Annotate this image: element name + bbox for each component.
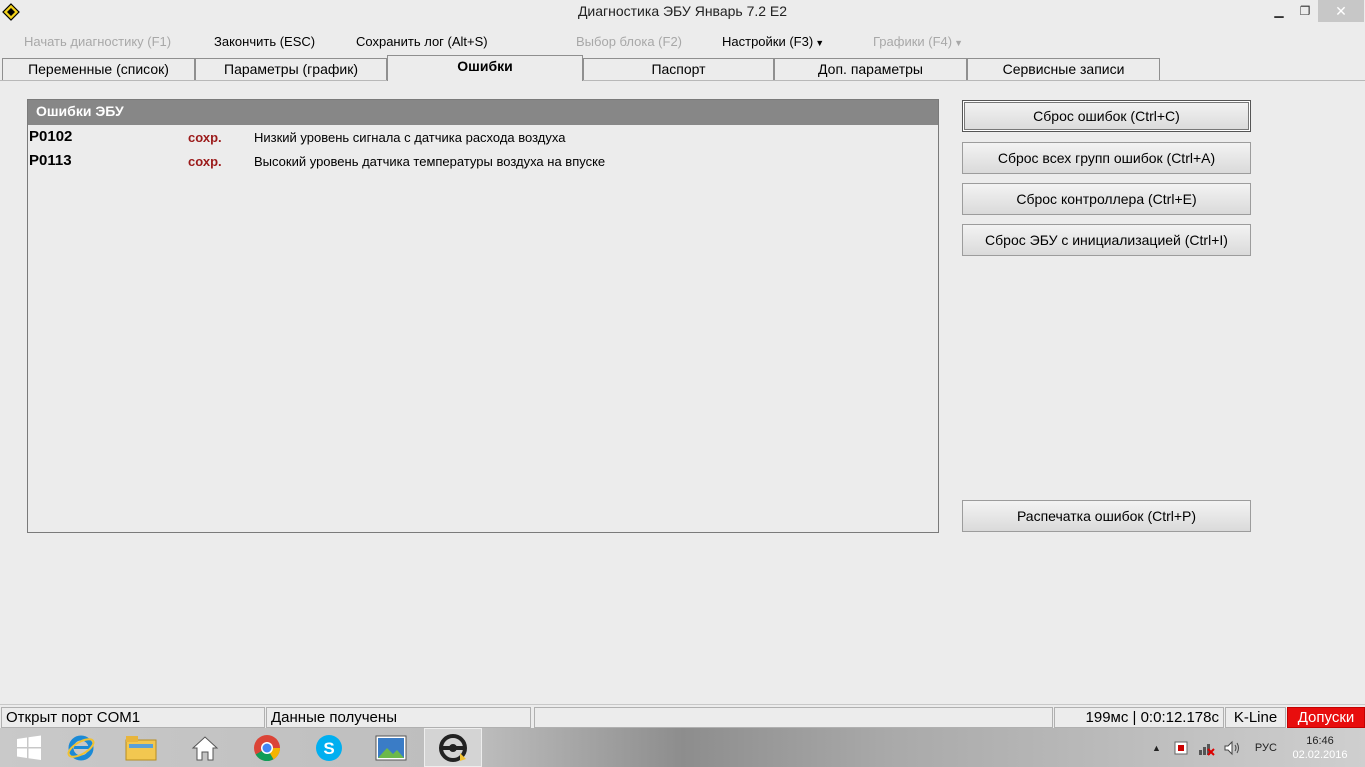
error-status: сохр. (188, 154, 222, 169)
start-diagnostics-button[interactable]: Начать диагностику (F1) (24, 34, 171, 49)
title-bar: Диагностика ЭБУ Январь 7.2 E2 ▁ ❐ ✕ (0, 0, 1365, 24)
volume-icon[interactable] (1223, 740, 1241, 756)
toolbar: Начать диагностику (F1) Закончить (ESC) … (0, 30, 1365, 54)
error-row[interactable]: P0113 сохр. Высокий уровень датчика темп… (28, 152, 938, 174)
error-description: Низкий уровень сигнала с датчика расхода… (254, 130, 566, 145)
internet-explorer-icon (67, 735, 95, 760)
status-bar: Открыт порт COM1 Данные получены 199мс |… (0, 704, 1365, 728)
system-tray: ▲ РУС (1152, 728, 1277, 767)
taskbar-photos[interactable] (362, 728, 420, 767)
shield-icon[interactable] (1173, 740, 1189, 756)
network-disconnected-icon[interactable] (1197, 740, 1215, 756)
taskbar-explorer[interactable] (112, 728, 170, 767)
reset-all-groups-button[interactable]: Сброс всех групп ошибок (Ctrl+A) (962, 142, 1251, 174)
error-code: P0102 (29, 128, 73, 145)
graphs-menu[interactable]: Графики (F4) ▼ (873, 34, 963, 49)
settings-menu-label: Настройки (F3) (722, 34, 814, 49)
tab-passport[interactable]: Паспорт (583, 58, 774, 80)
finish-button[interactable]: Закончить (ESC) (214, 34, 315, 49)
error-status: сохр. (188, 130, 222, 145)
print-errors-button[interactable]: Распечатка ошибок (Ctrl+P) (962, 500, 1251, 532)
taskbar: S ▲ РУС 16:46 02.02.2016 (0, 728, 1365, 767)
home-icon (191, 735, 219, 760)
status-data: Данные получены (266, 707, 531, 728)
start-button[interactable] (0, 728, 58, 767)
tab-divider (0, 80, 1365, 81)
graphs-menu-label: Графики (F4) (873, 34, 953, 49)
save-log-button[interactable]: Сохранить лог (Alt+S) (356, 34, 488, 49)
minimize-button[interactable]: ▁ (1266, 0, 1292, 22)
clock-date: 02.02.2016 (1292, 749, 1348, 761)
picture-icon (375, 735, 407, 760)
taskbar-home[interactable] (176, 728, 234, 767)
tab-extra-parameters[interactable]: Доп. параметры (774, 58, 967, 80)
reset-controller-button[interactable]: Сброс контроллера (Ctrl+E) (962, 183, 1251, 215)
tab-parameters-graph[interactable]: Параметры (график) (195, 58, 387, 80)
taskbar-chrome[interactable] (238, 728, 296, 767)
status-alert-badge: Допуски (1287, 707, 1365, 728)
svg-text:S: S (323, 739, 334, 758)
steering-wheel-icon (439, 733, 467, 762)
taskbar-ie[interactable] (52, 728, 110, 767)
clock-time: 16:46 (1306, 735, 1334, 747)
tab-variables-list[interactable]: Переменные (список) (2, 58, 195, 80)
tab-errors[interactable]: Ошибки (387, 55, 583, 81)
status-timing: 199мс | 0:0:12.178с (1054, 707, 1224, 728)
maximize-button[interactable]: ❐ (1292, 0, 1318, 22)
chevron-down-icon: ▼ (954, 38, 964, 48)
show-hidden-icons-icon[interactable]: ▲ (1152, 743, 1161, 753)
window-title: Диагностика ЭБУ Январь 7.2 E2 (577, 3, 788, 19)
settings-menu[interactable]: Настройки (F3) ▼ (722, 34, 824, 49)
close-button[interactable]: ✕ (1318, 0, 1364, 22)
taskbar-skype[interactable]: S (300, 728, 358, 767)
ecu-errors-panel: Ошибки ЭБУ P0102 сохр. Низкий уровень си… (27, 99, 939, 533)
tab-strip: Переменные (список) Параметры (график) О… (0, 55, 1365, 81)
select-block-button[interactable]: Выбор блока (F2) (576, 34, 682, 49)
error-row[interactable]: P0102 сохр. Низкий уровень сигнала с дат… (28, 128, 938, 150)
windows-logo-icon (17, 735, 41, 760)
panel-title: Ошибки ЭБУ (28, 100, 938, 125)
status-line: K-Line (1225, 707, 1286, 728)
chrome-icon (254, 734, 281, 761)
reset-errors-button[interactable]: Сброс ошибок (Ctrl+C) (962, 100, 1251, 132)
chevron-down-icon: ▼ (815, 38, 825, 48)
language-indicator[interactable]: РУС (1255, 742, 1277, 754)
error-description: Высокий уровень датчика температуры возд… (254, 154, 606, 169)
tab-service-records[interactable]: Сервисные записи (967, 58, 1160, 80)
reset-ecu-init-button[interactable]: Сброс ЭБУ с инициализацией (Ctrl+I) (962, 224, 1251, 256)
folder-icon (125, 735, 157, 760)
skype-icon: S (316, 734, 342, 761)
taskbar-diagnostics-app[interactable] (424, 728, 482, 767)
status-empty (534, 707, 1053, 728)
status-port: Открыт порт COM1 (1, 707, 265, 728)
clock[interactable]: 16:46 02.02.2016 (1290, 734, 1350, 762)
error-code: P0113 (29, 152, 72, 169)
